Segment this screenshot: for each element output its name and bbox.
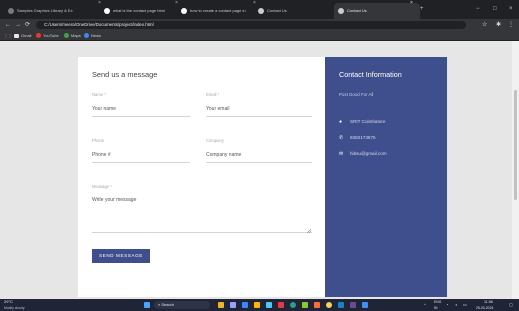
forward-button[interactable]: → xyxy=(15,19,21,31)
taskbar-search[interactable]: ⌕ Search xyxy=(154,301,210,309)
news-icon xyxy=(84,33,89,39)
bookmark-maps[interactable]: Maps xyxy=(64,31,81,40)
windows-start-icon[interactable] xyxy=(144,302,150,308)
mail-icon: ✉ xyxy=(339,151,344,157)
name-underline xyxy=(92,116,190,117)
phone-field[interactable]: Phone # xyxy=(92,152,111,158)
new-tab-button[interactable]: + xyxy=(420,3,424,15)
browser-tab-strip: Samples Graphics Library & Ex × what is … xyxy=(0,0,519,19)
chevron-up-icon[interactable]: ^ xyxy=(424,299,426,311)
wifi-icon[interactable]: ◔ xyxy=(446,299,448,311)
weather-text: Mostly cloudy xyxy=(4,306,25,310)
tab-contact-us[interactable]: Contact Us xyxy=(258,3,318,19)
contact-email-row: ✉ hibsu@gmail.com xyxy=(339,151,387,157)
reload-button[interactable]: ⟳ xyxy=(25,19,30,31)
close-icon[interactable]: × xyxy=(410,0,413,6)
app-icon[interactable] xyxy=(314,302,320,308)
send-message-button[interactable]: SEND MESSAGE xyxy=(92,249,150,263)
close-window-button[interactable]: × xyxy=(509,3,513,15)
battery-icon[interactable]: ▭ xyxy=(463,299,467,311)
chrome-icon[interactable] xyxy=(326,302,332,308)
clock-date: 25-03-2024 xyxy=(476,306,494,310)
contact-title: Contact Information xyxy=(339,70,402,79)
contact-phone-row: ✆ 9360173875 xyxy=(339,135,376,141)
email-underline xyxy=(206,116,312,117)
address-bar-row: ← → ⟳ C:/Users/meera/OneDrive/Documents/… xyxy=(0,19,519,31)
scrollbar-thumb[interactable] xyxy=(514,90,517,200)
back-button[interactable]: ← xyxy=(5,19,11,31)
app-icon[interactable] xyxy=(350,302,356,308)
close-icon[interactable]: × xyxy=(98,0,101,6)
app-icon[interactable] xyxy=(218,302,224,308)
url-field[interactable]: C:/Users/meera/OneDrive/Documents/projec… xyxy=(36,21,466,29)
app-icon[interactable] xyxy=(278,302,284,308)
windows-taskbar: 29°C Mostly cloudy ⌕ Search ^ ENG IN ◔ ◖… xyxy=(0,299,519,311)
minimize-button[interactable]: − xyxy=(476,3,480,15)
phone-label: Phone xyxy=(92,138,105,143)
notification-icon[interactable]: ▢ xyxy=(509,299,513,311)
resize-handle-icon[interactable] xyxy=(307,229,311,233)
close-icon[interactable]: × xyxy=(175,0,178,6)
name-field[interactable]: Your name xyxy=(92,106,116,112)
email-field[interactable]: Your email xyxy=(206,106,229,112)
app-icon[interactable] xyxy=(338,302,344,308)
apps-icon[interactable]: ⋮⋮ xyxy=(4,31,12,40)
message-label: Message * xyxy=(92,184,112,189)
phone-underline xyxy=(92,162,190,163)
edge-icon[interactable] xyxy=(290,302,296,308)
mail-icon xyxy=(14,33,19,38)
form-title: Send us a message xyxy=(92,70,158,79)
company-underline xyxy=(206,162,312,163)
name-label: Name * xyxy=(92,92,106,97)
phone-icon: ✆ xyxy=(339,135,344,141)
app-icon[interactable] xyxy=(242,302,248,308)
app-icon[interactable] xyxy=(266,302,272,308)
maps-icon xyxy=(64,33,69,39)
tab-create-contact-page[interactable]: how to create a contact page in xyxy=(181,3,263,19)
region-indicator: IN xyxy=(434,306,438,310)
extensions-icon[interactable]: ✱ xyxy=(496,19,501,31)
tab-contact-us-active[interactable]: Contact Us xyxy=(334,3,420,19)
bookmark-gmail[interactable]: Gmail xyxy=(14,31,31,40)
company-field[interactable]: Company name xyxy=(206,152,241,158)
bookmarks-bar: ⋮⋮ Gmail YouTube Maps News xyxy=(0,31,519,41)
maximize-button[interactable]: □ xyxy=(493,3,497,15)
bookmark-news[interactable]: News xyxy=(84,31,101,40)
file-explorer-icon[interactable] xyxy=(254,302,260,308)
close-icon[interactable]: × xyxy=(253,0,256,6)
company-label: Company xyxy=(206,138,224,143)
tab-contact-page-html[interactable]: what is the contact page html xyxy=(104,3,186,19)
volume-icon[interactable]: ◖ xyxy=(455,299,457,311)
contact-location-row: ● SRIT Coimbatore xyxy=(339,119,386,125)
contact-subtitle: Post Good For All xyxy=(339,92,374,97)
location-pin-icon: ● xyxy=(339,119,343,125)
app-icon[interactable] xyxy=(302,302,308,308)
app-icon[interactable] xyxy=(230,302,236,308)
tab-graphics-library[interactable]: Samples Graphics Library & Ex xyxy=(8,3,98,19)
email-label: Email * xyxy=(206,92,220,97)
bookmark-youtube[interactable]: YouTube xyxy=(36,31,59,40)
youtube-icon xyxy=(36,33,41,39)
menu-icon[interactable]: ⋮ xyxy=(508,19,514,31)
url-text: C:/Users/meera/OneDrive/Documents/projec… xyxy=(44,22,154,27)
vscode-icon[interactable] xyxy=(362,302,368,308)
star-icon[interactable]: ☆ xyxy=(482,19,487,31)
message-underline xyxy=(92,232,312,233)
message-textarea[interactable]: Write your message xyxy=(92,197,136,203)
